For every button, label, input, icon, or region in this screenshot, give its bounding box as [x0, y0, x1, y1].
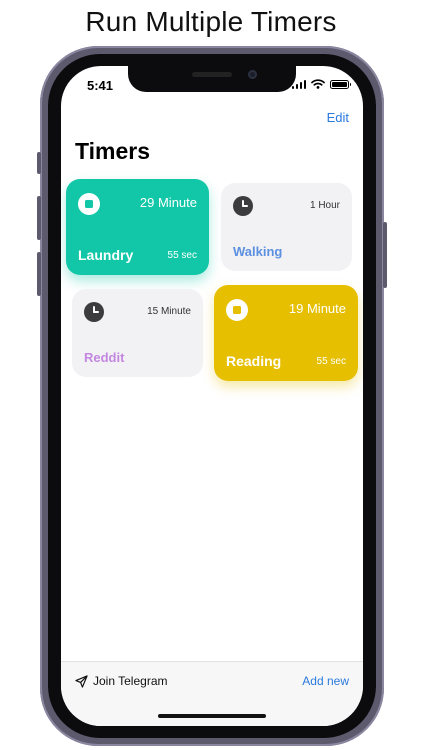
bottom-bar: Join Telegram Add new — [61, 661, 363, 726]
timer-elapsed: 55 sec — [167, 250, 197, 261]
timer-card-reddit[interactable]: 15 Minute Reddit — [72, 289, 203, 377]
side-button-volume-down — [37, 252, 41, 296]
side-button-power — [383, 222, 387, 288]
timer-card-laundry[interactable]: 29 Minute Laundry 55 sec — [66, 179, 209, 275]
notch — [128, 66, 296, 92]
cellular-signal-icon — [291, 79, 306, 89]
timer-card-walking[interactable]: 1 Hour Walking — [221, 183, 352, 271]
stop-icon[interactable] — [226, 299, 248, 321]
send-arrow-icon — [75, 674, 88, 688]
screen: 5:41 Edit Timers 29 Minute Laundry 55 se… — [61, 66, 363, 726]
timer-duration: 19 Minute — [288, 301, 346, 316]
timer-duration: 1 Hour — [309, 200, 340, 211]
stop-icon[interactable] — [78, 193, 100, 215]
battery-icon — [330, 79, 351, 89]
side-button-volume-up — [37, 196, 41, 240]
status-icons — [291, 79, 351, 89]
home-indicator — [158, 714, 266, 718]
clock-icon — [233, 196, 253, 216]
timer-card-reading[interactable]: 19 Minute Reading 55 sec — [214, 285, 358, 381]
add-new-button[interactable]: Add new — [302, 674, 349, 688]
side-button-mute — [37, 152, 41, 174]
timer-elapsed: 55 sec — [316, 356, 346, 367]
camera — [248, 70, 257, 79]
edit-button[interactable]: Edit — [327, 110, 349, 125]
clock-icon — [84, 302, 104, 322]
timer-duration: 15 Minute — [147, 306, 191, 317]
join-telegram-label: Join Telegram — [93, 674, 168, 688]
speaker — [192, 72, 232, 77]
status-time: 5:41 — [87, 78, 114, 93]
timer-name: Walking — [233, 244, 283, 259]
timer-name: Reading — [226, 353, 282, 369]
timer-duration: 29 Minute — [139, 195, 197, 210]
page-title: Timers — [75, 138, 151, 164]
timer-name: Laundry — [78, 247, 134, 263]
timer-name: Reddit — [84, 350, 125, 365]
caption: Run Multiple Timers — [85, 6, 337, 37]
join-telegram-button[interactable]: Join Telegram — [75, 674, 167, 688]
wifi-icon — [311, 79, 325, 89]
